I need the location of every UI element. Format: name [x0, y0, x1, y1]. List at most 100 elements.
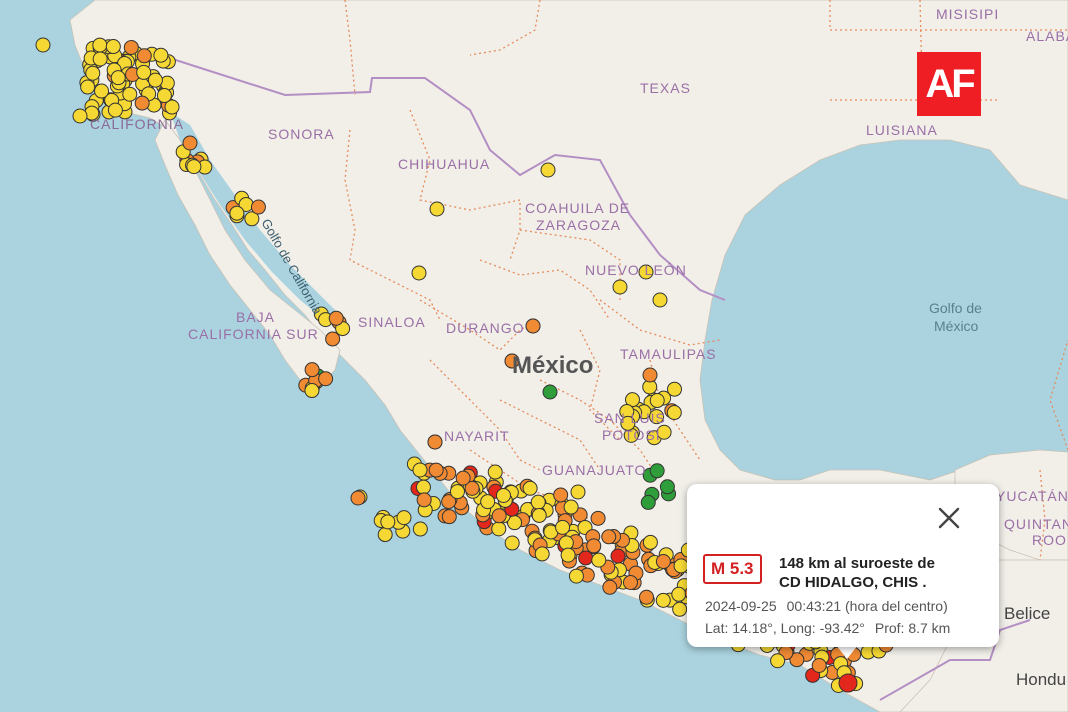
- earthquake-marker[interactable]: [560, 547, 576, 563]
- earthquake-marker[interactable]: [92, 51, 108, 67]
- popup-pointer: [836, 645, 858, 659]
- earthquake-marker[interactable]: [441, 509, 457, 525]
- earthquake-marker[interactable]: [568, 568, 584, 584]
- earthquake-marker[interactable]: [659, 479, 675, 495]
- af-logo: AF: [917, 52, 981, 116]
- earthquake-marker[interactable]: [80, 79, 96, 95]
- earthquake-marker[interactable]: [590, 510, 606, 526]
- latitude: Lat: 14.18°,: [705, 620, 777, 636]
- earthquake-marker[interactable]: [380, 514, 396, 530]
- earthquake-marker[interactable]: [666, 405, 682, 421]
- longitude: Long: -93.42°: [780, 620, 865, 636]
- earthquake-marker[interactable]: [110, 70, 126, 86]
- earthquake-marker[interactable]: [92, 37, 108, 53]
- earthquake-marker[interactable]: [412, 521, 428, 537]
- earthquake-marker[interactable]: [770, 653, 786, 669]
- earthquake-marker[interactable]: [558, 535, 574, 551]
- state-label-durango: DURANGO: [446, 320, 525, 336]
- earthquake-marker[interactable]: [182, 135, 198, 151]
- earthquake-marker[interactable]: [638, 589, 654, 605]
- earthquake-marker[interactable]: [491, 521, 507, 537]
- earthquake-marker[interactable]: [838, 673, 858, 693]
- earthquake-marker[interactable]: [455, 470, 471, 486]
- earthquake-marker[interactable]: [122, 86, 138, 102]
- earthquake-marker[interactable]: [350, 490, 366, 506]
- earthquake-marker[interactable]: [377, 527, 393, 543]
- earthquake-marker[interactable]: [134, 95, 150, 111]
- earthquake-marker[interactable]: [612, 279, 628, 295]
- earthquake-marker[interactable]: [147, 72, 163, 88]
- earthquake-marker[interactable]: [610, 548, 626, 564]
- earthquake-marker[interactable]: [72, 108, 88, 124]
- earthquake-marker[interactable]: [427, 434, 443, 450]
- earthquake-marker[interactable]: [416, 492, 432, 508]
- earthquake-popup: M 5.3 148 km al suroeste de CD HIDALGO, …: [687, 484, 999, 647]
- earthquake-marker[interactable]: [449, 484, 465, 500]
- earthquake-marker[interactable]: [415, 479, 431, 495]
- state-label-slp-2: POTOSÍ: [602, 427, 661, 443]
- earthquake-marker[interactable]: [525, 318, 541, 334]
- earthquake-marker[interactable]: [534, 546, 550, 562]
- earthquake-marker[interactable]: [666, 381, 682, 397]
- earthquake-marker[interactable]: [396, 510, 412, 526]
- earthquake-marker[interactable]: [487, 464, 503, 480]
- earthquake-marker[interactable]: [655, 592, 671, 608]
- earthquake-marker[interactable]: [156, 88, 172, 104]
- earthquake-marker[interactable]: [328, 310, 344, 326]
- earthquake-marker[interactable]: [652, 292, 668, 308]
- earthquake-marker[interactable]: [811, 658, 827, 674]
- earthquake-marker[interactable]: [542, 384, 558, 400]
- earthquake-marker[interactable]: [429, 201, 445, 217]
- earthquake-marker[interactable]: [649, 393, 665, 409]
- state-label-guanajuato: GUANAJUATO: [542, 462, 647, 478]
- earthquake-marker[interactable]: [555, 519, 571, 535]
- earthquake-marker[interactable]: [531, 507, 547, 523]
- earthquake-marker[interactable]: [642, 534, 658, 550]
- earthquake-marker[interactable]: [649, 463, 665, 479]
- earthquake-marker[interactable]: [673, 558, 689, 574]
- earthquake-marker[interactable]: [622, 574, 638, 590]
- earthquake-marker[interactable]: [186, 159, 202, 175]
- map-view[interactable]: MISISIPI ALABA TEXAS LUISIANA CALIFORNIA…: [0, 0, 1068, 712]
- earthquake-marker[interactable]: [318, 371, 334, 387]
- earthquake-marker[interactable]: [591, 552, 607, 568]
- water-label-golfo-2: México: [934, 318, 979, 334]
- earthquake-marker[interactable]: [671, 586, 687, 602]
- earthquake-marker[interactable]: [35, 37, 51, 53]
- earthquake-marker[interactable]: [504, 535, 520, 551]
- earthquake-marker[interactable]: [570, 484, 586, 500]
- earthquake-marker[interactable]: [563, 499, 579, 515]
- earthquake-marker[interactable]: [85, 65, 101, 81]
- earthquake-marker[interactable]: [412, 462, 428, 478]
- earthquake-marker[interactable]: [304, 383, 320, 399]
- earthquake-marker[interactable]: [229, 205, 245, 221]
- state-label-coahuila-2: ZARAGOZA: [536, 217, 622, 233]
- earthquake-marker[interactable]: [586, 538, 602, 554]
- earthquake-marker[interactable]: [640, 494, 656, 510]
- earthquake-marker[interactable]: [578, 550, 594, 566]
- earthquake-marker[interactable]: [672, 601, 688, 617]
- earthquake-marker[interactable]: [480, 494, 496, 510]
- earthquake-marker[interactable]: [530, 494, 546, 510]
- earthquake-marker[interactable]: [522, 480, 538, 496]
- earthquake-marker[interactable]: [250, 199, 266, 215]
- earthquake-marker[interactable]: [153, 47, 169, 63]
- earthquake-marker[interactable]: [304, 362, 320, 378]
- earthquake-marker[interactable]: [428, 462, 444, 478]
- state-label-sonora: SONORA: [268, 126, 335, 142]
- earthquake-marker[interactable]: [94, 83, 110, 99]
- earthquake-marker[interactable]: [495, 487, 511, 503]
- earthquake-marker[interactable]: [655, 554, 671, 570]
- earthquake-marker[interactable]: [411, 265, 427, 281]
- earthquake-marker[interactable]: [123, 39, 139, 55]
- earthquake-marker[interactable]: [136, 48, 152, 64]
- earthquake-marker[interactable]: [491, 508, 507, 524]
- earthquake-marker[interactable]: [553, 487, 569, 503]
- earthquake-marker[interactable]: [642, 367, 658, 383]
- close-icon[interactable]: [935, 504, 963, 532]
- earthquake-marker[interactable]: [601, 529, 617, 545]
- earthquake-marker[interactable]: [540, 162, 556, 178]
- earthquake-marker[interactable]: [105, 39, 121, 55]
- earthquake-marker[interactable]: [602, 579, 618, 595]
- state-label-quintana-2: ROO: [1032, 532, 1067, 548]
